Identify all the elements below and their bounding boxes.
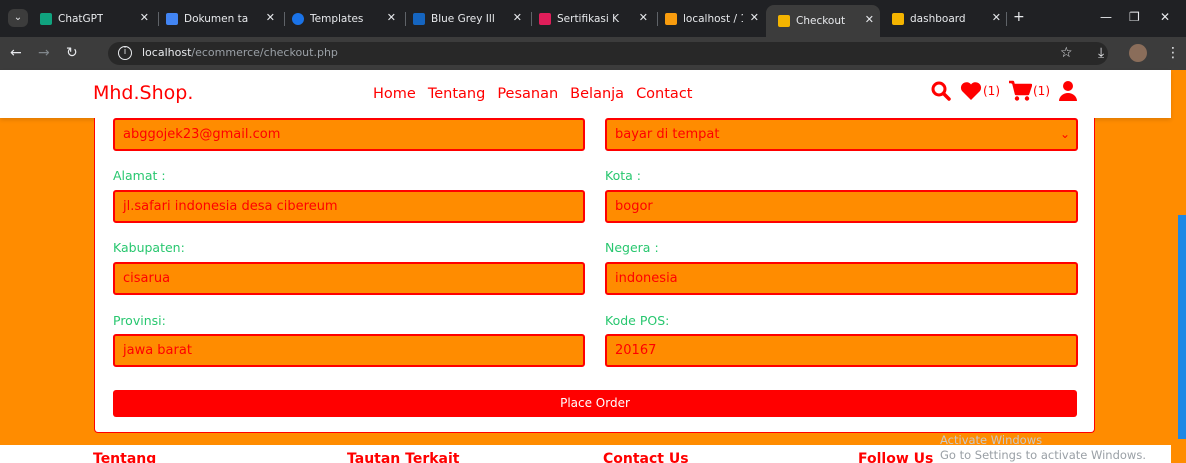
close-tab-icon[interactable]: ✕ [513,11,522,24]
payment-method-value: bayar di tempat [615,127,720,142]
payment-method-select[interactable]: bayar di tempat ⌄ [605,118,1078,151]
alamat-label: Alamat : [113,168,166,183]
close-tab-icon[interactable]: ✕ [387,11,396,24]
negera-label: Negera : [605,240,659,255]
kabupaten-field[interactable]: cisarua [113,262,585,295]
forward-icon[interactable]: → [38,45,50,61]
negera-field[interactable]: indonesia [605,262,1078,295]
kabupaten-label: Kabupaten: [113,240,185,255]
nav-belanja[interactable]: Belanja [570,86,624,102]
tab-dashboard[interactable]: dashboard ✕ [892,0,1007,37]
footer-links-heading: Tautan Terkait [347,451,460,463]
url-input[interactable]: i localhost/ecommerce/checkout.php [108,42,1108,65]
search-icon[interactable] [930,80,952,102]
back-icon[interactable]: ← [10,45,22,61]
bookmark-star-icon[interactable]: ☆ [1060,45,1073,61]
docs-icon [166,12,178,25]
browser-tab-bar: ⌄ ChatGPT ✕ Dokumen ta ✕ Templates ✕ Blu… [0,0,1186,37]
menu-kebab-icon[interactable]: ⋮ [1166,45,1180,61]
alamat-field[interactable]: jl.safari indonesia desa cibereum [113,190,585,223]
nav-contact[interactable]: Contact [636,86,692,102]
profile-avatar[interactable] [1129,44,1147,62]
tab-title: Dokumen ta [184,12,249,25]
chevron-down-icon: ⌄ [1059,127,1070,141]
tab-phpmyadmin[interactable]: localhost / 1 ✕ [665,0,765,37]
nav-pesanan[interactable]: Pesanan [497,86,558,102]
kota-label: Kota : [605,168,641,183]
download-icon[interactable]: ⤓ [1098,45,1104,61]
nav-tentang[interactable]: Tentang [428,86,485,102]
slack-icon [539,12,551,25]
close-tab-icon[interactable]: ✕ [140,11,149,24]
tab-checkout[interactable]: Checkout ✕ [766,5,880,37]
place-order-button[interactable]: Place Order [113,390,1077,417]
close-tab-icon[interactable]: ✕ [992,11,1001,24]
templates-icon [292,12,304,25]
close-tab-icon[interactable]: ✕ [865,13,874,26]
email-field[interactable]: abggojek23@gmail.com [113,118,585,151]
tab-templates[interactable]: Templates ✕ [292,0,402,37]
tab-title: Sertifikasi K [557,12,620,25]
cart-count: (1) [1033,84,1050,98]
tab-title: dashboard [910,12,966,25]
restore-icon[interactable]: ❐ [1129,10,1140,24]
chatgpt-icon [40,12,52,25]
tab-dokumen[interactable]: Dokumen ta ✕ [166,0,281,37]
header-icons: (1) (1) [930,80,1078,102]
minimize-icon[interactable]: — [1100,10,1112,24]
video-icon [413,12,425,25]
tab-chatgpt[interactable]: ChatGPT ✕ [40,0,155,37]
site-header: Mhd.Shop. Home Tentang Pesanan Belanja C… [0,70,1171,118]
close-window-icon[interactable]: ✕ [1160,10,1170,24]
kodepos-field[interactable]: 20167 [605,334,1078,367]
provinsi-field[interactable]: jawa barat [113,334,585,367]
activate-windows-hint: Go to Settings to activate Windows. [940,448,1146,462]
tab-search-icon[interactable]: ⌄ [8,9,28,27]
page-icon [892,12,904,25]
wishlist-count: (1) [983,84,1000,98]
cart-icon[interactable] [1008,80,1032,102]
nav-home[interactable]: Home [373,86,416,102]
site-logo[interactable]: Mhd.Shop. [93,82,193,104]
page-icon [778,15,790,27]
url-text: localhost/ecommerce/checkout.php [142,46,338,59]
tab-title: Templates [310,12,364,25]
wishlist-heart-icon[interactable] [960,81,982,101]
tab-title: Blue Grey Ill [431,12,495,25]
tab-title: ChatGPT [58,12,104,25]
close-tab-icon[interactable]: ✕ [750,11,759,24]
reload-icon[interactable]: ↻ [66,45,78,61]
tab-title: localhost / 1 [683,12,743,25]
footer-tentang-heading: Tentang [93,451,157,463]
kodepos-label: Kode POS: [605,313,670,328]
close-tab-icon[interactable]: ✕ [266,11,275,24]
close-tab-icon[interactable]: ✕ [639,11,648,24]
kota-field[interactable]: bogor [605,190,1078,223]
tab-sertifikasi[interactable]: Sertifikasi K ✕ [539,0,654,37]
browser-address-bar: ← → ↻ i localhost/ecommerce/checkout.php… [0,37,1186,70]
user-icon[interactable] [1058,80,1078,102]
phpmyadmin-icon [665,12,677,25]
footer-contact-heading: Contact Us [603,451,689,463]
tab-title: Checkout [796,15,846,27]
provinsi-label: Provinsi: [113,313,166,328]
footer-follow-heading: Follow Us [858,451,934,463]
main-nav: Home Tentang Pesanan Belanja Contact [373,86,692,102]
tab-blue-grey[interactable]: Blue Grey Ill ✕ [413,0,528,37]
checkout-form: abggojek23@gmail.com bayar di tempat ⌄ A… [94,118,1095,433]
site-info-icon[interactable]: i [118,46,132,60]
activate-windows-title: Activate Windows [940,433,1043,447]
new-tab-icon[interactable]: + [1013,9,1025,25]
page-scrollbar[interactable] [1178,215,1186,439]
